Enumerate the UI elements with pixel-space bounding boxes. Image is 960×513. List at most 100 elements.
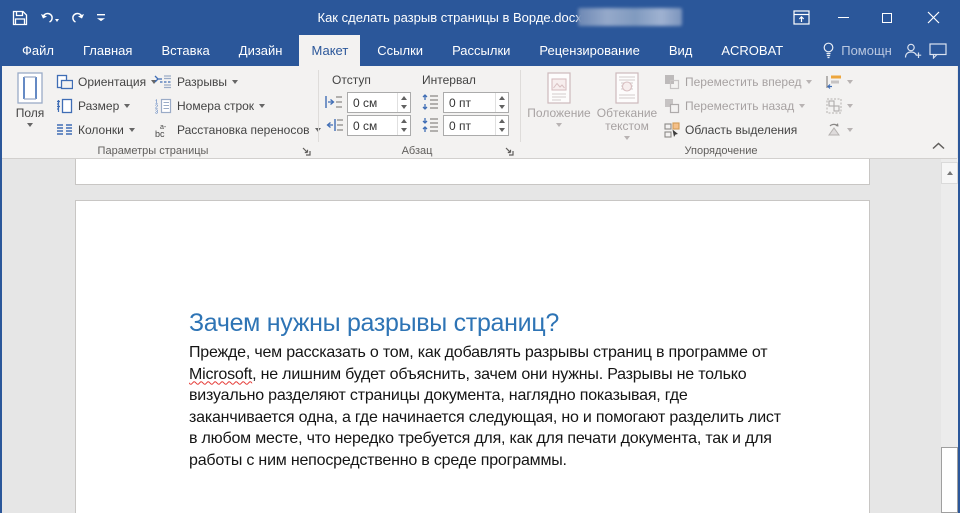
tab-home[interactable]: Главная xyxy=(71,35,144,66)
undo-icon[interactable] xyxy=(38,5,62,31)
hyphenation-button[interactable]: a- bc Расстановка переносов xyxy=(150,118,325,141)
position-label: Положение xyxy=(527,107,590,120)
size-icon xyxy=(56,98,73,114)
rotate-objects-icon xyxy=(826,122,842,138)
tab-design[interactable]: Дизайн xyxy=(227,35,295,66)
paragraph-group-label: Абзац xyxy=(322,145,512,157)
indent-left-value: 0 см xyxy=(353,96,377,110)
selection-pane-icon xyxy=(664,122,680,138)
hyphenation-icon: a- bc xyxy=(154,122,172,138)
previous-page-bottom[interactable] xyxy=(75,159,870,185)
spacing-before-icon xyxy=(421,94,439,110)
tab-file[interactable]: Файл xyxy=(10,35,66,66)
spacing-column-label: Интервал xyxy=(422,73,476,87)
position-icon xyxy=(545,72,573,104)
breaks-label: Разрывы xyxy=(177,75,227,89)
spacing-after-down-button[interactable] xyxy=(496,126,508,136)
ribbon-layout-tab-content: Поля Ориентация Размер xyxy=(2,66,957,159)
indent-right-value: 0 см xyxy=(353,119,377,133)
breaks-icon xyxy=(154,74,172,90)
spacing-before-value: 0 пт xyxy=(449,96,471,110)
align-objects-icon xyxy=(826,74,842,90)
indent-right-input[interactable]: 0 см xyxy=(347,115,411,136)
page-setup-group-label: Параметры страницы xyxy=(8,145,298,157)
body-line: Прежде, чем рассказать о том, как добавл… xyxy=(189,342,781,364)
arrange-group-label: Упорядочение xyxy=(526,145,916,157)
comments-icon[interactable] xyxy=(926,35,952,66)
body-line: Microsoft, не лишним будет объяснить, за… xyxy=(189,364,781,386)
maximize-button[interactable] xyxy=(866,0,908,35)
indent-right-up-button[interactable] xyxy=(398,116,410,126)
paragraph-dialog-launcher-icon[interactable] xyxy=(502,144,516,158)
tab-insert[interactable]: Вставка xyxy=(149,35,221,66)
tell-me-assistant[interactable]: Помощн xyxy=(814,35,900,66)
margins-caret xyxy=(27,123,33,127)
spacing-before-up-button[interactable] xyxy=(496,93,508,103)
svg-text:3: 3 xyxy=(155,109,158,114)
tab-mailings[interactable]: Рассылки xyxy=(440,35,522,66)
breaks-button[interactable]: Разрывы xyxy=(150,70,242,93)
orientation-label: Ориентация xyxy=(78,75,146,89)
tab-layout[interactable]: Макет xyxy=(299,35,360,66)
minimize-button[interactable] xyxy=(822,0,864,35)
lightbulb-icon xyxy=(822,42,835,59)
ribbon-tab-strip: ФайлГлавнаяВставкаДизайнМакетСсылкиРассы… xyxy=(0,35,960,66)
spacing-after-input[interactable]: 0 пт xyxy=(443,115,509,136)
selection-pane-button[interactable]: Область выделения xyxy=(660,118,801,141)
indent-left-down-button[interactable] xyxy=(398,103,410,113)
document-heading: Зачем нужны разрывы страниц? xyxy=(189,309,559,338)
customize-quick-access-icon[interactable] xyxy=(92,5,110,31)
tab-view[interactable]: Вид xyxy=(657,35,705,66)
orientation-button[interactable]: Ориентация xyxy=(52,70,161,93)
margins-icon xyxy=(17,72,43,104)
columns-button[interactable]: Колонки xyxy=(52,118,139,141)
close-button[interactable] xyxy=(912,0,954,35)
rotate-objects-button xyxy=(822,118,857,141)
indent-right-down-button[interactable] xyxy=(398,126,410,136)
misspelled-word: Microsoft xyxy=(189,366,252,383)
size-button[interactable]: Размер xyxy=(52,94,134,117)
spacing-after-up-button[interactable] xyxy=(496,116,508,126)
spacing-before-input[interactable]: 0 пт xyxy=(443,92,509,113)
share-sign-in-icon[interactable] xyxy=(900,35,926,66)
wrap-text-icon xyxy=(613,72,641,104)
bring-forward-icon xyxy=(664,74,680,90)
size-label: Размер xyxy=(78,99,119,113)
tab-review[interactable]: Рецензирование xyxy=(527,35,651,66)
spacing-before-down-button[interactable] xyxy=(496,103,508,113)
indent-column-label: Отступ xyxy=(332,73,371,87)
scroll-up-icon[interactable] xyxy=(941,162,958,184)
selection-pane-label: Область выделения xyxy=(685,123,797,137)
bring-forward-label: Переместить вперед xyxy=(685,75,801,89)
line-numbers-button[interactable]: 1 2 3 Номера строк xyxy=(150,94,269,117)
ribbon-display-options-button[interactable] xyxy=(780,0,822,35)
redo-icon[interactable] xyxy=(68,5,86,31)
margins-button[interactable]: Поля xyxy=(8,68,52,142)
document-body-text: Прежде, чем рассказать о том, как добавл… xyxy=(189,342,781,471)
bring-forward-button: Переместить вперед xyxy=(660,70,816,93)
quick-access-toolbar xyxy=(8,0,110,35)
page-setup-dialog-launcher-icon[interactable] xyxy=(299,144,313,158)
hyphenation-label: Расстановка переносов xyxy=(177,123,310,137)
scrollbar-thumb[interactable] xyxy=(941,447,958,513)
collapse-ribbon-icon[interactable] xyxy=(932,139,945,153)
save-icon[interactable] xyxy=(8,5,32,31)
send-backward-button: Переместить назад xyxy=(660,94,809,117)
tab-references[interactable]: Ссылки xyxy=(365,35,435,66)
assistant-label: Помощн xyxy=(841,43,892,58)
margins-label: Поля xyxy=(16,107,45,120)
document-canvas: Зачем нужны разрывы страниц? Прежде, чем… xyxy=(2,159,941,513)
window-border-left xyxy=(0,35,2,513)
wrap-text-button: Обтекание текстом xyxy=(594,68,660,142)
document-page[interactable]: Зачем нужны разрывы страниц? Прежде, чем… xyxy=(75,200,870,513)
send-backward-label: Переместить назад xyxy=(685,99,794,113)
group-objects-button xyxy=(822,94,857,117)
vertical-scrollbar[interactable] xyxy=(941,159,958,513)
svg-text:bc: bc xyxy=(155,129,165,138)
body-line: работы с ним непосредственно в среде про… xyxy=(189,450,781,472)
indent-left-icon xyxy=(325,94,343,110)
title-bar: Как сделать разрыв страницы в Ворде.docx… xyxy=(0,0,960,35)
tab-acrobat[interactable]: ACROBAT xyxy=(709,35,795,66)
indent-left-up-button[interactable] xyxy=(398,93,410,103)
indent-left-input[interactable]: 0 см xyxy=(347,92,411,113)
